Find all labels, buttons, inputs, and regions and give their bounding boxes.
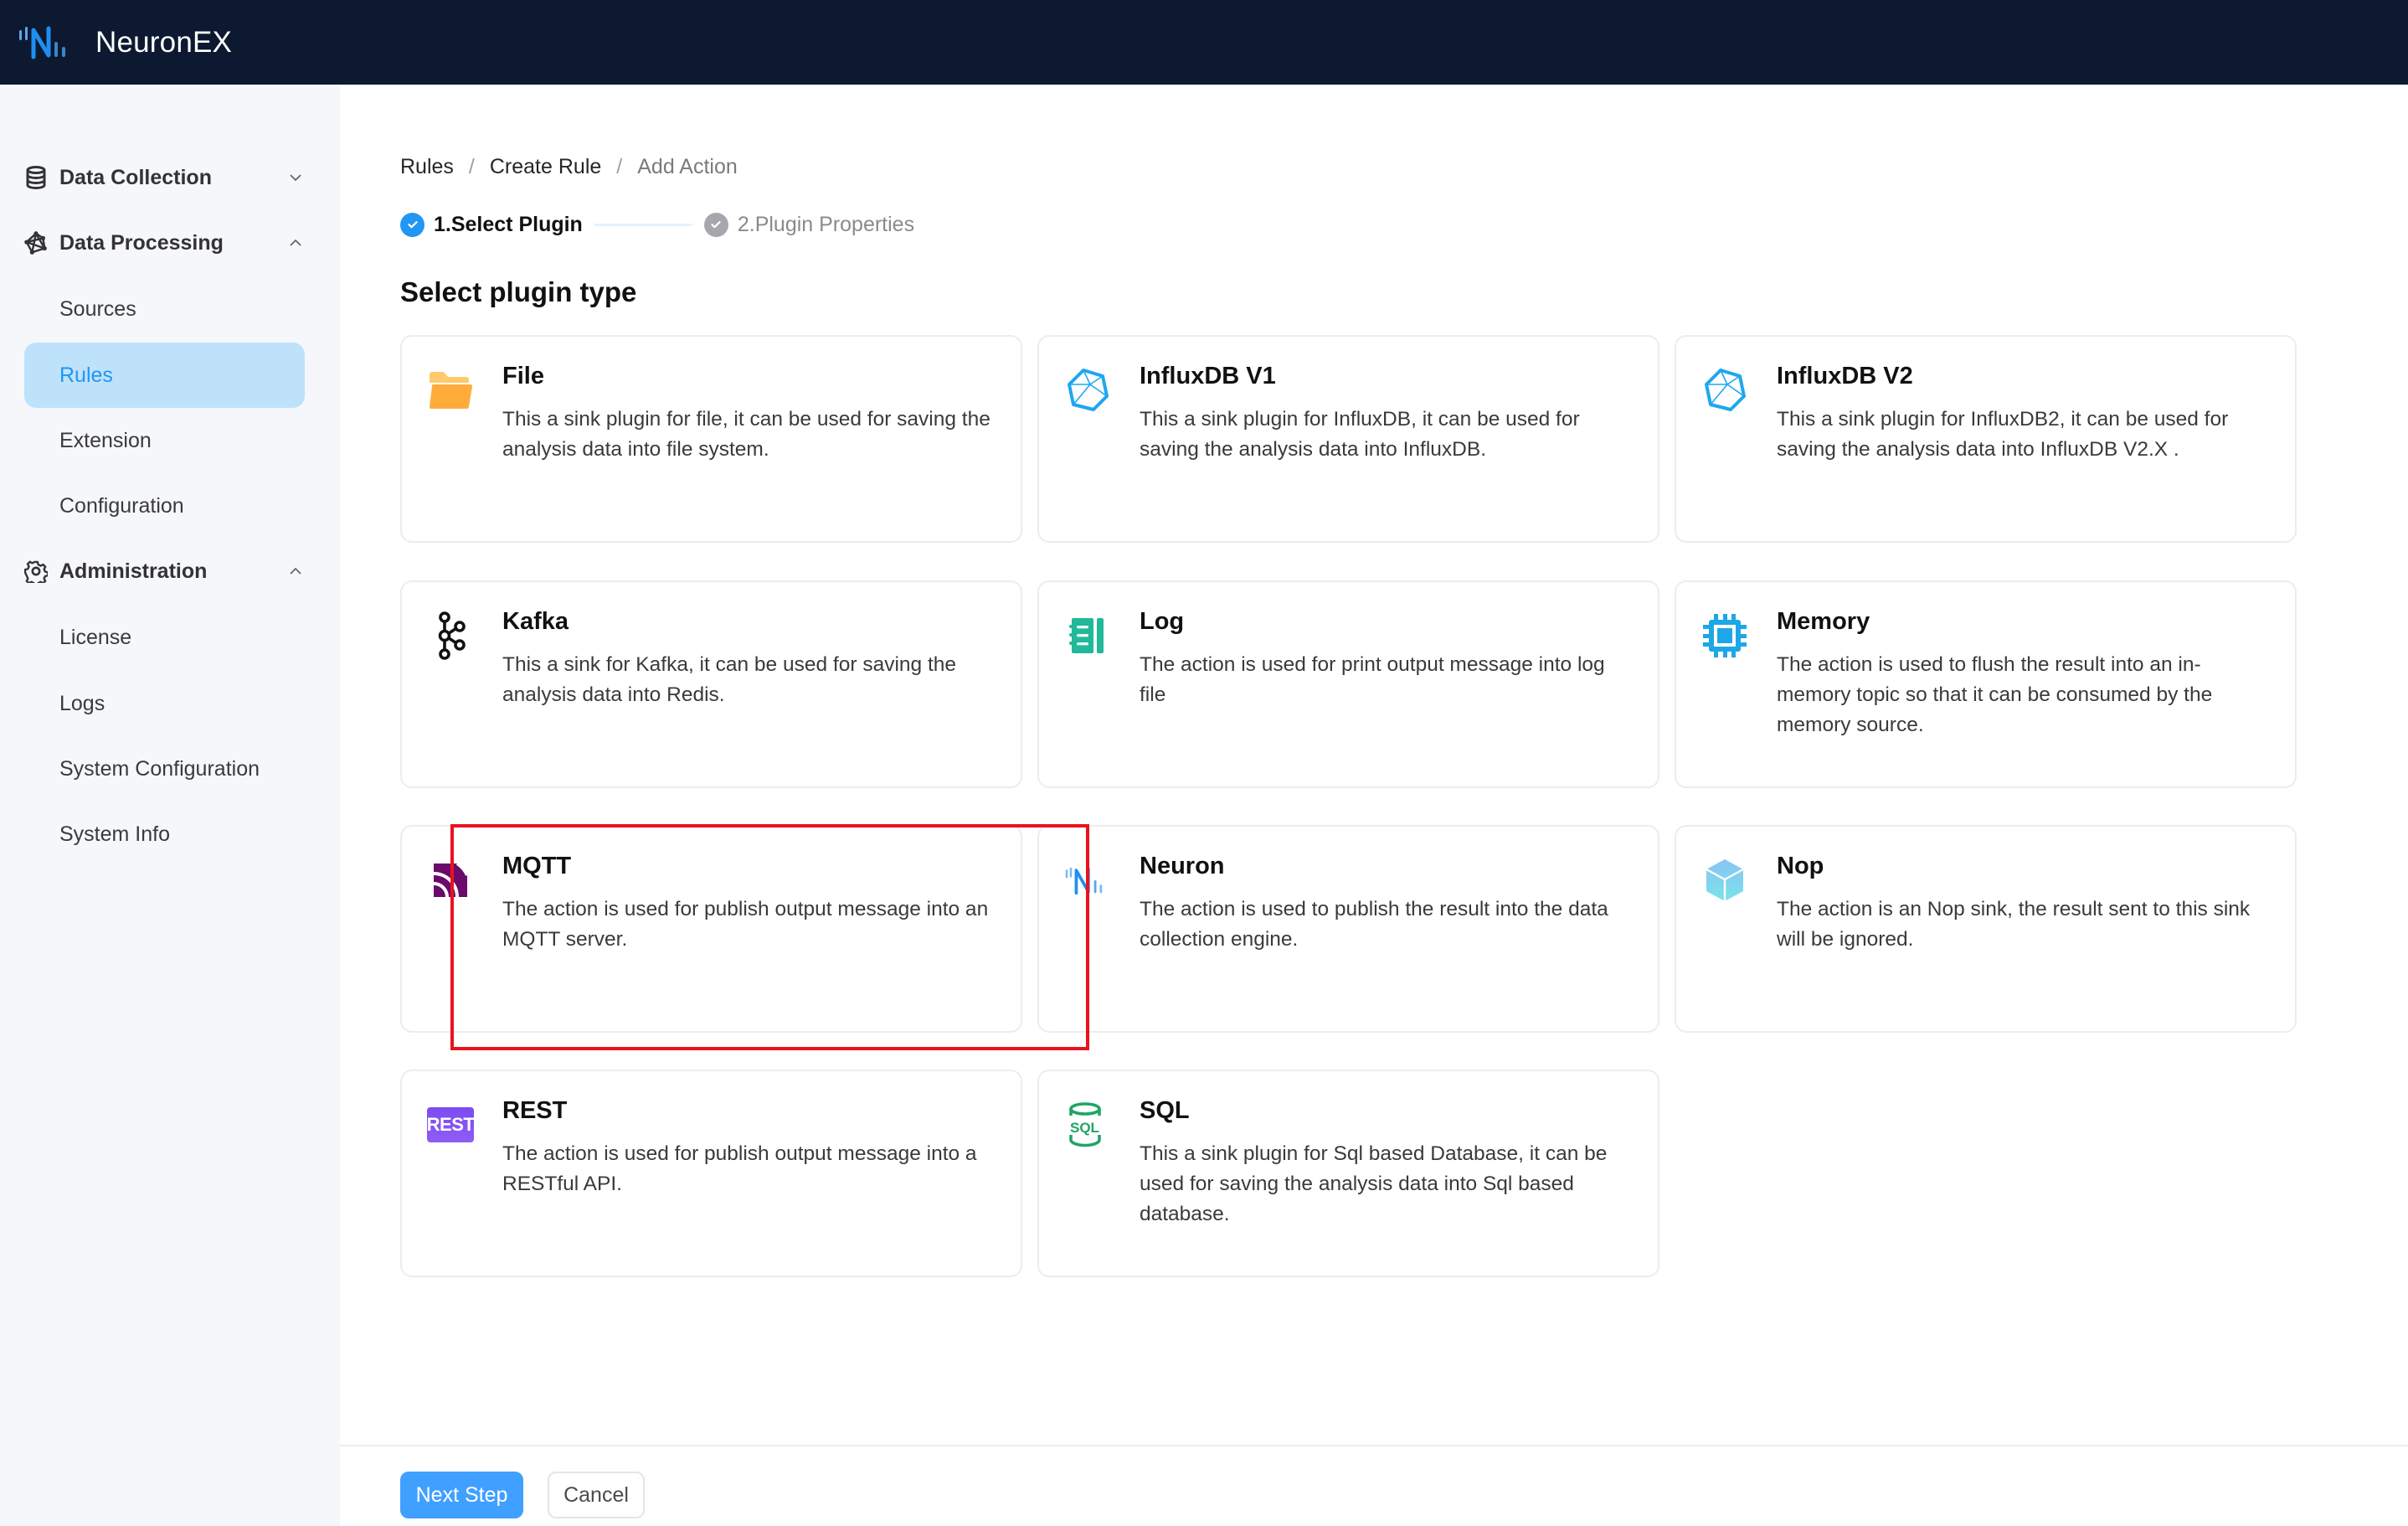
memory-chip-icon: [1701, 612, 1748, 659]
step-select-plugin: 1.Select Plugin: [434, 212, 583, 236]
step-plugin-properties: 2.Plugin Properties: [737, 212, 915, 236]
plugin-description: The action is used for print output mess…: [1140, 653, 1605, 706]
sidebar-item-system-info[interactable]: System Info: [24, 802, 305, 867]
sidebar-group-label: Administration: [59, 559, 208, 583]
plugin-description: This a sink plugin for InfluxDB, it can …: [1140, 408, 1580, 461]
plugin-description: This a sink plugin for file, it can be u…: [502, 408, 990, 461]
plugin-card-rest[interactable]: REST REST The action is used for publish…: [400, 1070, 1022, 1277]
cancel-button[interactable]: Cancel: [548, 1472, 645, 1518]
plugin-card-sql[interactable]: SQL SQL This a sink plugin for Sql based…: [1037, 1070, 1659, 1277]
step-check-icon: [703, 212, 728, 237]
plugin-description: The action is an Nop sink, the result se…: [1777, 898, 2251, 951]
influxdb-icon: [1064, 367, 1111, 414]
plugin-title: Log: [1140, 608, 1185, 635]
network-graph-icon: [24, 231, 48, 255]
rest-icon: REST: [426, 1101, 475, 1148]
plugin-title: Neuron: [1140, 853, 1225, 879]
plugin-description: This a sink plugin for InfluxDB2, it can…: [1777, 408, 2229, 461]
sidebar-item-configuration[interactable]: Configuration: [24, 473, 305, 539]
plugin-description: The action is used to flush the result i…: [1777, 653, 2213, 736]
cube-icon: [1701, 857, 1748, 904]
breadcrumb-separator: /: [616, 155, 623, 178]
steps: 1.Select Plugin 2.Plugin Properties: [400, 210, 914, 239]
folder-icon: [427, 367, 474, 414]
chevron-up-icon: [290, 239, 301, 246]
sidebar-group-label: Data Processing: [59, 230, 224, 255]
sidebar-item-sources[interactable]: Sources: [24, 276, 305, 342]
kafka-icon: [427, 611, 474, 660]
plugin-title: Memory: [1777, 608, 1870, 635]
neuron-logo-icon: [19, 26, 65, 59]
plugin-card-kafka[interactable]: Kafka This a sink for Kafka, it can be u…: [400, 580, 1022, 788]
sidebar-group-administration[interactable]: Administration: [0, 546, 340, 596]
log-book-icon: [1064, 612, 1111, 659]
database-icon: [24, 166, 48, 189]
breadcrumb-rules[interactable]: Rules: [400, 155, 454, 179]
plugin-description: This a sink for Kafka, it can be used fo…: [502, 653, 957, 706]
breadcrumb-separator: /: [468, 155, 475, 178]
neuron-icon: [1064, 857, 1111, 904]
step-connector: [594, 223, 692, 226]
plugin-card-log[interactable]: Log The action is used for print output …: [1037, 580, 1659, 788]
plugin-card-influxdb-v1[interactable]: InfluxDB V1 This a sink plugin for Influ…: [1037, 335, 1659, 543]
main-content: Rules / Create Rule / Add Action 1.Selec…: [340, 85, 2408, 1526]
breadcrumb-create-rule[interactable]: Create Rule: [490, 155, 601, 179]
sidebar-group-label: Data Collection: [59, 165, 212, 189]
sidebar-item-system-configuration[interactable]: System Configuration: [24, 736, 305, 802]
chevron-up-icon: [290, 567, 301, 575]
plugin-card-memory[interactable]: Memory The action is used to flush the r…: [1675, 580, 2297, 788]
plugin-card-nop[interactable]: Nop The action is an Nop sink, the resul…: [1675, 825, 2297, 1033]
sidebar: Data Collection Data Processing Sources …: [0, 85, 340, 1526]
plugin-description: The action is used for publish output me…: [502, 898, 989, 951]
rest-icon-text: REST: [426, 1107, 475, 1142]
plugin-title: Kafka: [502, 608, 569, 635]
plugin-description: The action is used for publish output me…: [502, 1142, 977, 1195]
top-header: NeuronEX: [0, 0, 2408, 85]
mqtt-icon: [427, 857, 474, 904]
footer-actions: Next Step Cancel: [340, 1445, 2408, 1526]
plugin-description: This a sink plugin for Sql based Databas…: [1140, 1142, 1608, 1225]
plugin-title: SQL: [1140, 1097, 1190, 1124]
sql-database-icon: SQL: [1064, 1101, 1111, 1148]
plugin-title: MQTT: [502, 853, 572, 879]
gear-icon: [24, 559, 48, 583]
plugin-title: File: [502, 363, 544, 389]
sidebar-item-extension[interactable]: Extension: [24, 408, 305, 473]
sidebar-item-rules[interactable]: Rules: [24, 343, 305, 408]
plugin-title: REST: [502, 1097, 568, 1124]
plugin-card-mqtt[interactable]: MQTT The action is used for publish outp…: [400, 825, 1022, 1033]
next-step-button[interactable]: Next Step: [400, 1472, 523, 1518]
plugin-title: Nop: [1777, 853, 1824, 879]
chevron-down-icon: [290, 174, 301, 182]
brand-name: NeuronEX: [95, 25, 233, 59]
breadcrumb: Rules / Create Rule / Add Action: [400, 155, 738, 179]
influxdb-icon: [1701, 367, 1748, 414]
plugin-card-influxdb-v2[interactable]: InfluxDB V2 This a sink plugin for Influ…: [1675, 335, 2297, 543]
step-check-icon: [400, 212, 424, 237]
logo[interactable]: NeuronEX: [17, 22, 232, 64]
section-title: Select plugin type: [400, 276, 637, 307]
sidebar-item-logs[interactable]: Logs: [24, 671, 305, 736]
plugin-description: The action is used to publish the result…: [1140, 898, 1608, 951]
plugin-card-file[interactable]: File This a sink plugin for file, it can…: [400, 335, 1022, 543]
sidebar-item-license[interactable]: License: [24, 605, 305, 670]
breadcrumb-add-action: Add Action: [637, 155, 738, 178]
sidebar-group-data-collection[interactable]: Data Collection: [0, 152, 340, 203]
plugin-title: InfluxDB V2: [1777, 363, 1913, 389]
svg-text:SQL: SQL: [1070, 1120, 1099, 1136]
sidebar-group-data-processing[interactable]: Data Processing: [0, 218, 340, 268]
plugin-card-neuron[interactable]: Neuron The action is used to publish the…: [1037, 825, 1659, 1033]
plugin-title: InfluxDB V1: [1140, 363, 1276, 389]
